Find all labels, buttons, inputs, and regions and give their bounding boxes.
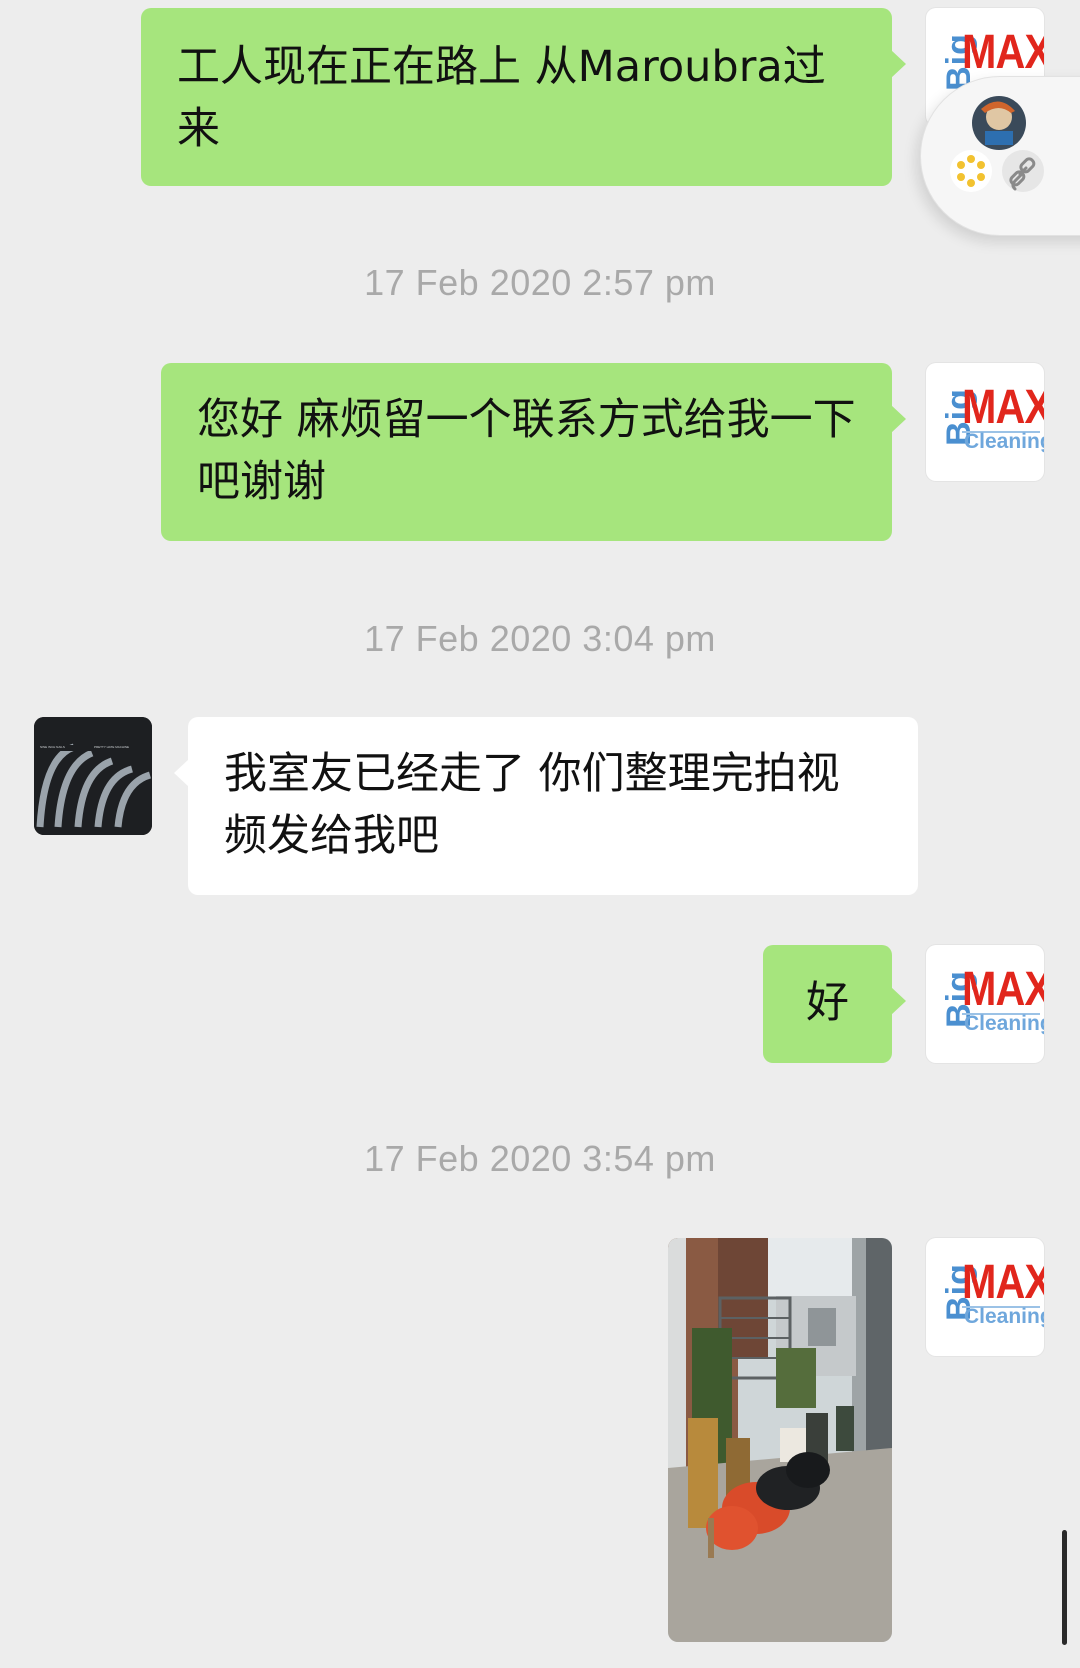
scrollbar[interactable] <box>1062 1530 1067 1645</box>
avatar-logo-max: MAX <box>962 963 1044 1016</box>
link-icon[interactable] <box>1001 149 1045 193</box>
message-text: 我室友已经走了 你们整理完拍视频发给我吧 <box>224 749 840 861</box>
message-bubble-outgoing[interactable]: 好 <box>763 945 906 1063</box>
avatar-logo-max: MAX <box>962 26 1044 79</box>
timestamp: 17 Feb 2020 3:54 pm <box>364 1138 716 1179</box>
timestamp: 17 Feb 2020 2:57 pm <box>364 262 716 303</box>
message-image[interactable] <box>668 1238 892 1642</box>
message-bubble-outgoing[interactable]: 工人现在正在路上 从Maroubra过来 <box>141 8 906 186</box>
avatar-logo-max: MAX <box>962 381 1044 434</box>
avatar-logo-cleaning: Cleaning <box>964 1012 1044 1035</box>
album-cover-image <box>34 717 152 835</box>
avatar-logo-cleaning: Cleaning <box>964 1305 1044 1328</box>
app-badge-icon <box>950 150 992 192</box>
avatar-logo-cleaning: Cleaning <box>964 430 1044 453</box>
message-text: 您好 麻烦留一个联系方式给我一下吧谢谢 <box>197 395 856 507</box>
sender-avatar[interactable]: Big MAX Cleaning <box>926 363 1044 481</box>
message-bubble-incoming[interactable]: 我室友已经走了 你们整理完拍视频发给我吧 <box>174 717 918 895</box>
sender-avatar[interactable]: Big MAX Cleaning <box>926 1238 1044 1356</box>
album-caption-right: PRETTY HATE MACHINE <box>94 745 130 749</box>
laneway-photo <box>668 1238 892 1642</box>
message-text: 好 <box>806 978 849 1028</box>
album-caption-left: NINE INCH NAILS <box>40 745 65 749</box>
floating-window[interactable] <box>920 76 1080 236</box>
timestamp: 17 Feb 2020 3:04 pm <box>364 618 716 659</box>
sender-avatar[interactable]: Big MAX Cleaning <box>926 945 1044 1063</box>
avatar-icon <box>972 96 1026 150</box>
message-text: 工人现在正在路上 从Maroubra过来 <box>177 42 826 154</box>
message-bubble-outgoing[interactable]: 您好 麻烦留一个联系方式给我一下吧谢谢 <box>161 363 906 541</box>
receiver-avatar[interactable]: NINE INCH NAILS PRETTY HATE MACHINE <box>34 717 152 835</box>
avatar-logo-max: MAX <box>962 1256 1044 1309</box>
